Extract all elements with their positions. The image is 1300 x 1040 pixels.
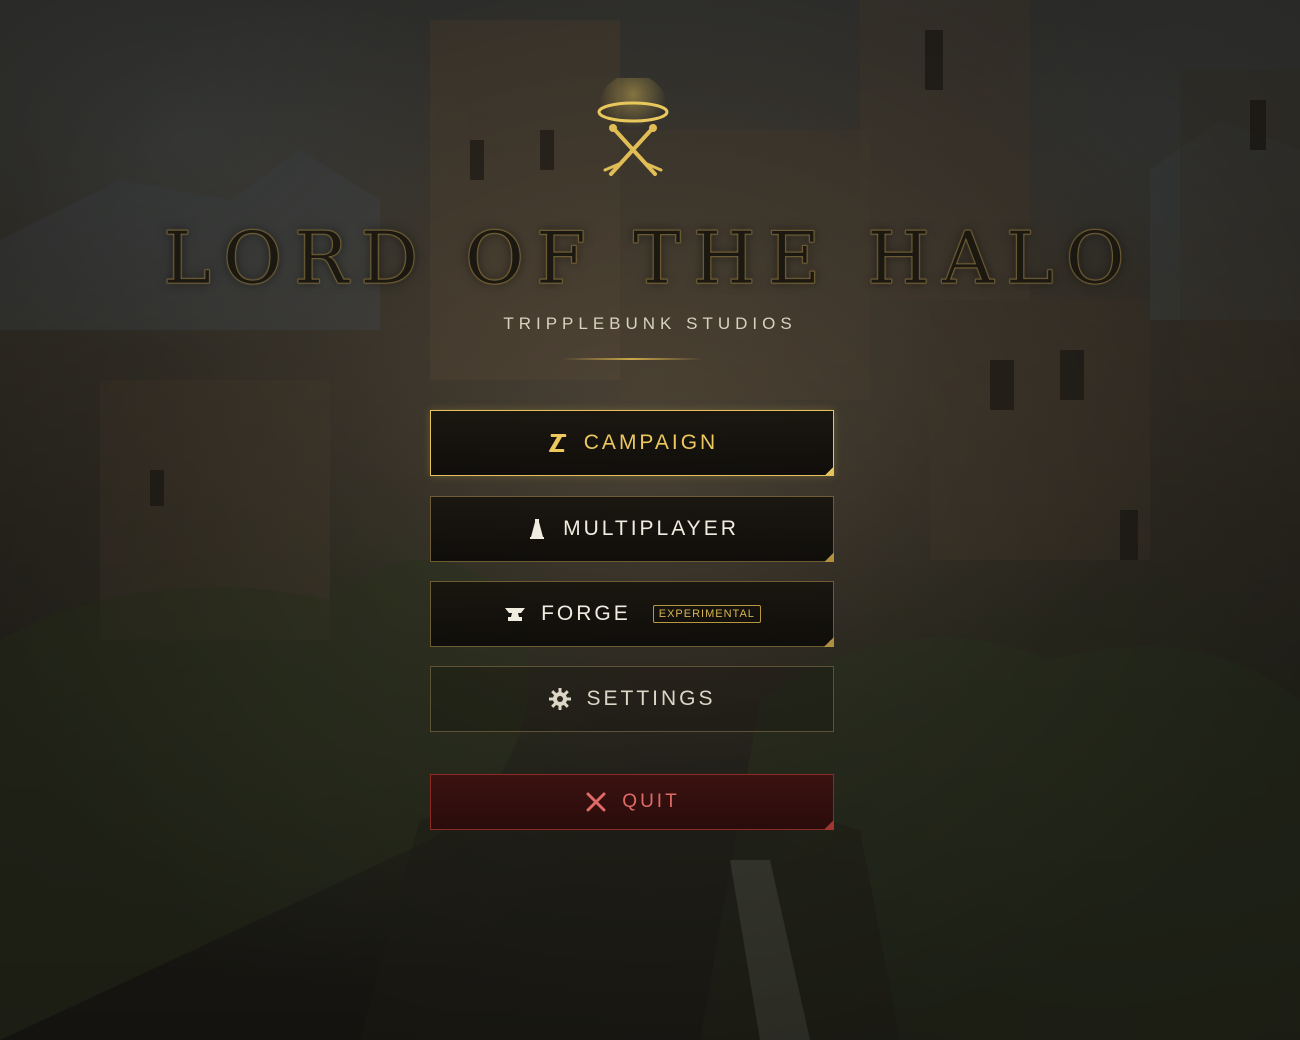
settings-button[interactable]: SETTINGS — [430, 666, 834, 732]
forge-button[interactable]: FORGE EXPERIMENTAL — [430, 581, 834, 647]
experimental-badge: EXPERIMENTAL — [652, 605, 761, 623]
game-title: LORD OF THE HALO — [163, 216, 1137, 300]
quit-button[interactable]: QUIT — [430, 774, 834, 830]
pawn-icon — [525, 517, 549, 541]
halo-swords-emblem-icon — [589, 74, 677, 182]
gear-icon — [548, 687, 572, 711]
campaign-label: CAMPAIGN — [583, 431, 719, 454]
forge-label: FORGE — [541, 602, 631, 625]
button-corner-accent — [824, 637, 834, 647]
multiplayer-label: MULTIPLAYER — [563, 517, 739, 540]
button-corner-accent — [824, 820, 834, 830]
quit-label: QUIT — [622, 791, 680, 812]
button-corner-accent — [824, 552, 834, 562]
main-menu-screen: LORD OF THE HALO TRIPPLEBUNK STUDIOS CAM… — [0, 0, 1300, 1040]
button-corner-accent — [824, 466, 834, 476]
studio-name: TRIPPLEBUNK STUDIOS — [503, 314, 797, 333]
settings-label: SETTINGS — [586, 687, 716, 710]
title-divider — [562, 358, 702, 360]
anvil-icon — [503, 602, 527, 626]
multiplayer-button[interactable]: MULTIPLAYER — [430, 496, 834, 562]
crossed-swords-icon — [584, 790, 608, 814]
scroll-icon — [546, 431, 570, 455]
campaign-button[interactable]: CAMPAIGN — [430, 410, 834, 476]
